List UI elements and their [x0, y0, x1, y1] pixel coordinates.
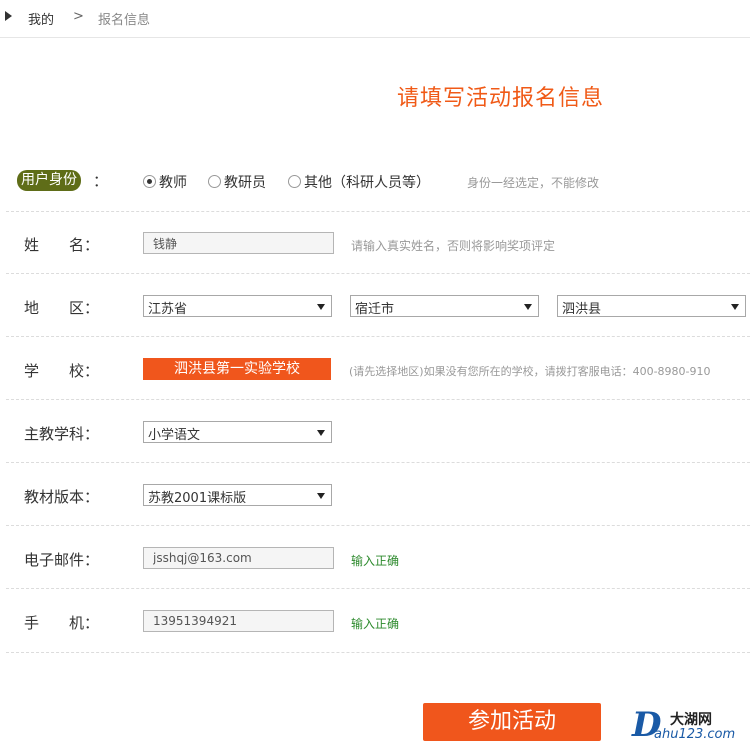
row-divider [6, 462, 750, 463]
row-divider [6, 588, 750, 589]
row-divider [6, 273, 750, 274]
identity-hint: 身份一经选定，不能修改 [467, 176, 600, 190]
radio-other[interactable]: 其他（科研人员等） [288, 172, 430, 191]
watermark-url: ahu123.com [654, 727, 736, 742]
identity-colon: ： [93, 172, 109, 190]
textbook-label: 教材版本： [24, 488, 100, 506]
row-divider [6, 525, 750, 526]
breadcrumb-separator: > [73, 9, 84, 24]
chevron-down-icon [317, 304, 325, 310]
email-input[interactable] [143, 547, 334, 569]
row-divider [6, 652, 750, 653]
page-title: 请填写活动报名信息 [397, 86, 605, 111]
breadcrumb: 我的 > 报名信息 [0, 0, 750, 38]
phone-input[interactable] [143, 610, 334, 632]
email-label: 电子邮件： [24, 551, 100, 569]
breadcrumb-current: 报名信息 [98, 13, 151, 28]
chevron-down-icon [317, 493, 325, 499]
watermark-name: 大湖网 [670, 712, 712, 728]
textbook-select[interactable]: 苏教2001课标版 [143, 484, 332, 506]
county-value: 泗洪县 [562, 302, 602, 317]
row-divider [6, 211, 750, 212]
textbook-value: 苏教2001课标版 [148, 491, 247, 506]
county-select[interactable]: 泗洪县 [557, 295, 746, 317]
phone-status: 输入正确 [351, 617, 400, 631]
breadcrumb-home-link[interactable]: 我的 [28, 9, 54, 28]
identity-label: 用户身份 [17, 170, 81, 191]
radio-researcher[interactable]: 教研员 [208, 172, 266, 191]
radio-other-label: 其他（科研人员等） [304, 175, 430, 191]
radio-checked-icon [143, 175, 156, 188]
province-select[interactable]: 江苏省 [143, 295, 332, 317]
name-input[interactable] [143, 232, 334, 254]
subject-label: 主教学科： [24, 425, 100, 443]
email-status: 输入正确 [351, 554, 400, 568]
name-label: 姓 名： [24, 236, 100, 254]
school-label: 学 校： [24, 362, 100, 380]
row-divider [6, 399, 750, 400]
region-label: 地 区： [24, 299, 100, 317]
chevron-down-icon [524, 304, 532, 310]
radio-unchecked-icon [288, 175, 301, 188]
chevron-down-icon [317, 430, 325, 436]
phone-label: 手 机： [24, 614, 100, 632]
row-divider [6, 336, 750, 337]
radio-unchecked-icon [208, 175, 221, 188]
join-activity-button[interactable]: 参加活动 [423, 703, 601, 741]
subject-value: 小学语文 [148, 428, 201, 443]
radio-researcher-label: 教研员 [224, 175, 266, 191]
radio-teacher[interactable]: 教师 [143, 172, 187, 191]
radio-teacher-label: 教师 [159, 175, 187, 191]
subject-select[interactable]: 小学语文 [143, 421, 332, 443]
site-watermark-logo: D 大湖网 ahu123.com [632, 705, 746, 745]
school-hint: (请先选择地区)如果没有您所在的学校，请拨打客服电话：400-8980-910 [349, 365, 711, 378]
province-value: 江苏省 [148, 302, 188, 317]
breadcrumb-arrow-icon [5, 11, 12, 21]
name-hint: 请输入真实姓名，否则将影响奖项评定 [351, 239, 556, 253]
city-value: 宿迁市 [355, 302, 395, 317]
city-select[interactable]: 宿迁市 [350, 295, 539, 317]
school-select-button[interactable]: 泗洪县第一实验学校 [143, 358, 331, 380]
chevron-down-icon [731, 304, 739, 310]
